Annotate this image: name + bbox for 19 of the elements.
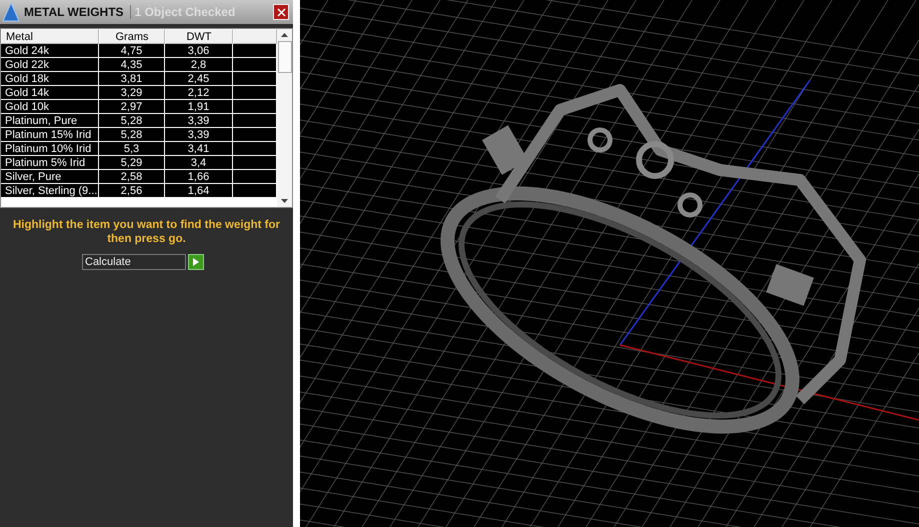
calculate-dropdown[interactable]: Calculate [82, 254, 186, 270]
scrollbar[interactable] [277, 29, 292, 207]
panel-title: METAL WEIGHTS [24, 5, 131, 19]
close-icon [276, 8, 286, 16]
column-header[interactable]: DWT [165, 29, 233, 44]
3d-viewport[interactable] [300, 0, 919, 527]
instruction-text: Highlight the item you want to find the weight for then press go. [12, 218, 282, 246]
up-arrow-icon[interactable] [281, 33, 288, 37]
scroll-thumb[interactable] [278, 41, 292, 73]
table-cell: Silver, Sterling (9... [1, 184, 99, 198]
column-header[interactable]: Metal [1, 29, 99, 44]
pyramid-icon [2, 1, 20, 23]
down-arrow-icon[interactable] [281, 199, 288, 203]
play-icon [193, 258, 199, 266]
table-cell: 1,64 [165, 184, 233, 198]
table-cell: 2,56 [99, 184, 165, 198]
column-header[interactable]: Grams [99, 29, 165, 44]
close-button[interactable] [273, 4, 289, 20]
go-button[interactable] [188, 254, 204, 270]
